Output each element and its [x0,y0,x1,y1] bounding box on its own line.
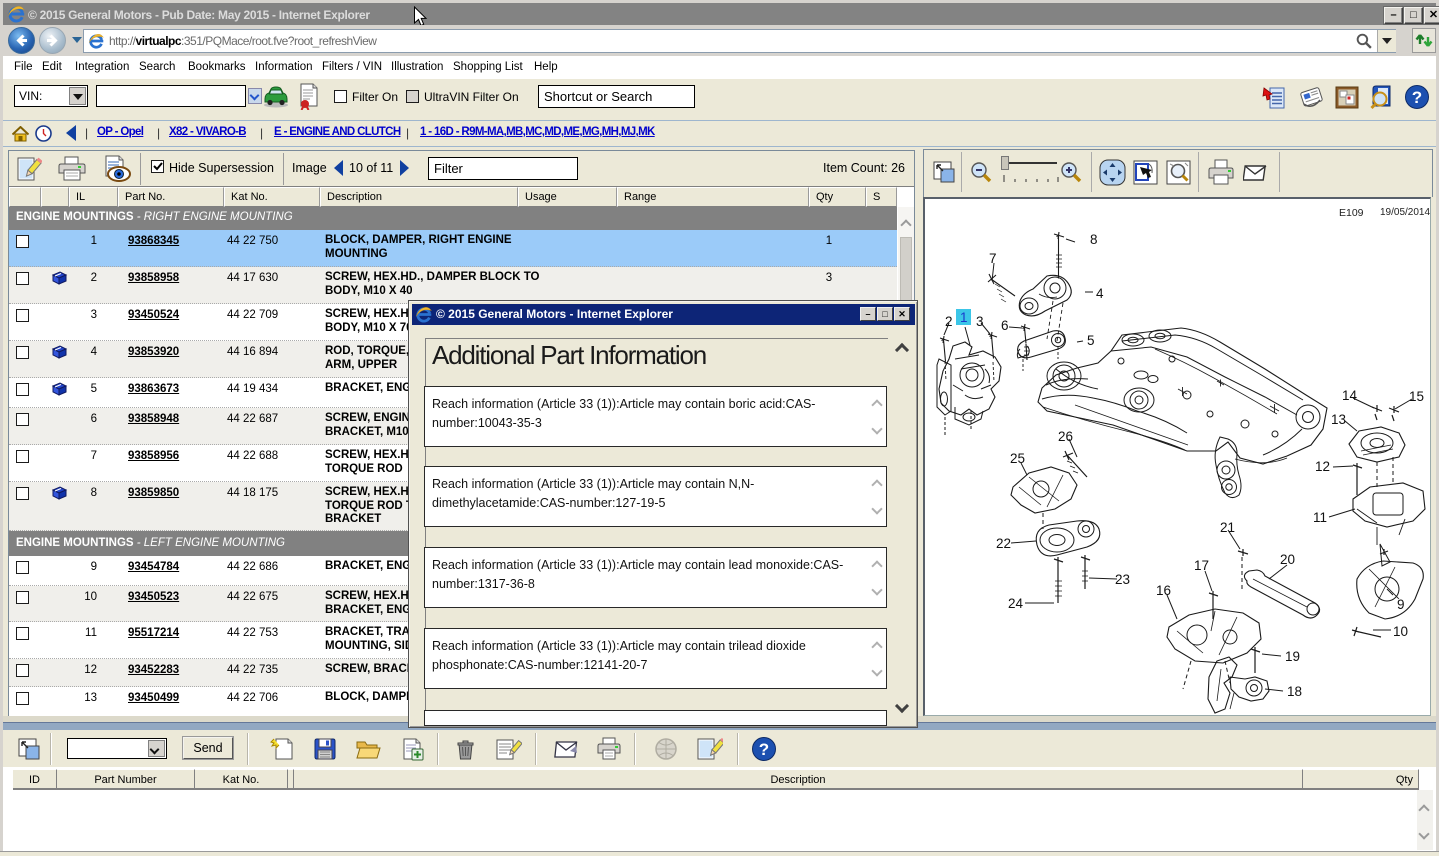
svg-text:14: 14 [1342,388,1358,403]
svg-text:22: 22 [996,536,1011,551]
svg-text:19: 19 [1285,649,1300,664]
svg-text:8: 8 [1090,232,1098,247]
svg-text:5: 5 [1087,333,1095,348]
svg-text:26: 26 [1058,429,1073,444]
svg-text:12: 12 [1315,459,1330,474]
svg-text:15: 15 [1409,389,1424,404]
svg-text:11: 11 [1313,510,1327,525]
svg-text:4: 4 [1096,286,1104,301]
svg-text:21: 21 [1220,520,1235,535]
svg-text:20: 20 [1280,552,1295,567]
svg-text:24: 24 [1008,596,1024,611]
svg-text:7: 7 [989,251,997,266]
svg-text:16: 16 [1156,583,1171,598]
svg-text:2: 2 [945,314,953,329]
svg-text:13: 13 [1331,412,1346,427]
svg-text:3: 3 [976,314,984,329]
svg-text:9: 9 [1397,597,1405,612]
svg-text:1: 1 [960,310,968,325]
svg-text:?: ? [759,740,769,759]
svg-text:10: 10 [1393,624,1408,639]
svg-text:?: ? [1412,88,1422,107]
svg-text:18: 18 [1287,684,1302,699]
svg-text:23: 23 [1115,572,1130,587]
svg-text:17: 17 [1194,558,1209,573]
svg-text:25: 25 [1010,451,1025,466]
svg-text:6: 6 [1001,318,1009,333]
